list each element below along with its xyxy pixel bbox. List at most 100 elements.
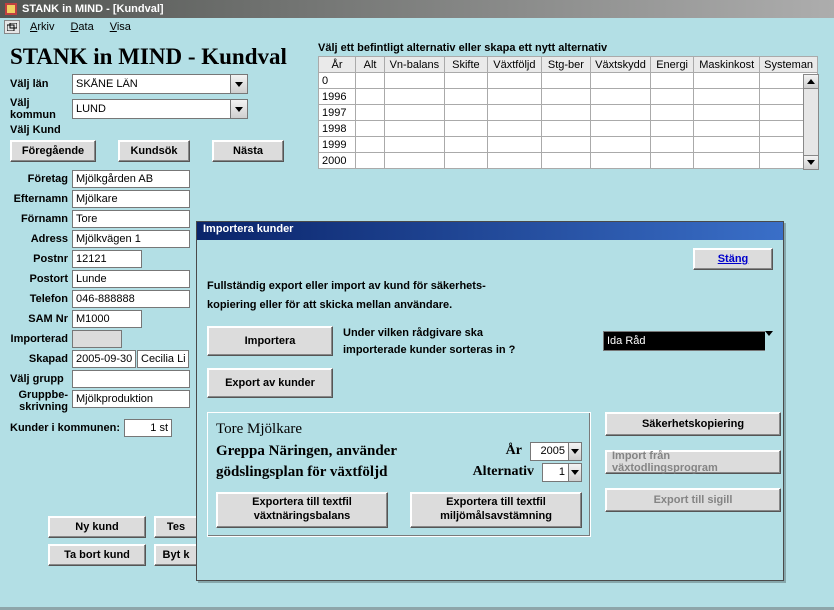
chevron-down-icon[interactable] <box>568 463 582 482</box>
valj-grupp-field[interactable] <box>72 370 190 388</box>
grid-header[interactable]: Vn-balans <box>384 57 444 73</box>
question-1: Under vilken rådgivare ska <box>343 327 483 339</box>
table-row[interactable]: 1999 <box>319 137 818 153</box>
person-name: Tore Mjölkare <box>216 421 582 438</box>
foretag-label: Företag <box>10 173 72 185</box>
question-2: importerade kunder sorteras in ? <box>343 344 515 356</box>
samnr-label: SAM Nr <box>10 313 72 325</box>
table-row[interactable]: 1998 <box>319 121 818 137</box>
grid-header[interactable]: Stg-ber <box>541 57 590 73</box>
ta-bort-kund-button[interactable]: Ta bort kund <box>48 544 146 566</box>
next-button[interactable]: Nästa <box>212 140 284 162</box>
chevron-down-icon[interactable] <box>765 331 773 351</box>
export-kunder-button[interactable]: Export av kunder <box>207 368 333 398</box>
grid-header[interactable]: Maskinkost <box>694 57 760 73</box>
export-textfile-miljo-button[interactable]: Exportera till textfil miljömålsavstämni… <box>410 492 582 528</box>
dialog-desc-2: kopiering eller för att skicka mellan an… <box>207 299 452 311</box>
grid-header[interactable]: Energi <box>650 57 693 73</box>
postnr-label: Postnr <box>10 253 72 265</box>
skapad-date-field[interactable] <box>72 350 136 368</box>
kommun-combo[interactable] <box>72 99 248 119</box>
chevron-down-icon[interactable] <box>230 99 248 119</box>
adress-field[interactable] <box>72 230 190 248</box>
table-row[interactable]: 2000 <box>319 153 818 169</box>
kunder-i-kommunen-label: Kunder i kommunen: <box>10 422 120 434</box>
skapad-by-field[interactable] <box>137 350 189 368</box>
telefon-field[interactable] <box>72 290 190 308</box>
backup-button[interactable]: Säkerhetskopiering <box>605 412 781 436</box>
byt-k-button[interactable]: Byt k <box>154 544 198 566</box>
radgivare-combo[interactable]: Ida Råd <box>603 331 773 351</box>
menubar: Arkiv Data Visa <box>0 18 834 36</box>
adress-label: Adress <box>10 233 72 245</box>
chevron-down-icon[interactable] <box>568 442 582 461</box>
test-button[interactable]: Tes <box>154 516 198 538</box>
alt-input[interactable] <box>542 463 568 482</box>
scroll-down-icon[interactable] <box>804 155 818 169</box>
postnr-field[interactable] <box>72 250 142 268</box>
gruppbe-field[interactable] <box>72 390 190 408</box>
window-title: STANK in MIND - [Kundval] <box>22 3 164 15</box>
skapad-label: Skapad <box>10 353 72 365</box>
export-textfile-balans-button[interactable]: Exportera till textfil växtnäringsbalans <box>216 492 388 528</box>
close-button[interactable]: Stäng <box>693 248 773 270</box>
postort-field[interactable] <box>72 270 190 288</box>
lan-input[interactable] <box>72 74 230 94</box>
ny-kund-button[interactable]: Ny kund <box>48 516 146 538</box>
kunder-i-kommunen-field <box>124 419 172 437</box>
kommun-label: Välj kommun <box>10 97 72 121</box>
grid-header[interactable]: Växtföljd <box>488 57 542 73</box>
grid-header[interactable]: År <box>319 57 356 73</box>
table-row[interactable]: 1997 <box>319 105 818 121</box>
ar-label: År <box>506 443 522 459</box>
telefon-label: Telefon <box>10 293 72 305</box>
greppa-1: Greppa Näringen, använder <box>216 443 397 460</box>
valj-grupp-label: Välj grupp <box>10 373 72 385</box>
efternamn-label: Efternamn <box>10 193 72 205</box>
grid-header[interactable]: Växtskydd <box>591 57 651 73</box>
greppa-2: gödslingsplan för växtföljd <box>216 464 387 481</box>
import-program-button[interactable]: Import från växtodlingsprogram <box>605 450 781 474</box>
alt-label: Alternativ <box>473 464 534 480</box>
importerad-field <box>72 330 122 348</box>
grid-header[interactable]: Skifte <box>444 57 487 73</box>
lan-combo[interactable] <box>72 74 248 94</box>
fornamn-label: Förnamn <box>10 213 72 225</box>
grid-scrollbar[interactable] <box>803 74 819 170</box>
grid-header[interactable]: Alt <box>356 57 385 73</box>
menu-arkiv[interactable]: Arkiv <box>30 21 54 33</box>
radgivare-value: Ida Råd <box>603 331 765 351</box>
app-icon <box>4 2 18 16</box>
dialog-desc-1: Fullständig export eller import av kund … <box>207 280 486 292</box>
efternamn-field[interactable] <box>72 190 190 208</box>
alt-combo[interactable] <box>542 463 582 482</box>
btn-line1: Exportera till textfil <box>252 496 352 509</box>
kund-label: Välj Kund <box>10 124 72 136</box>
kommun-input[interactable] <box>72 99 230 119</box>
fornamn-field[interactable] <box>72 210 190 228</box>
menu-data[interactable]: Data <box>70 21 93 33</box>
alternatives-grid[interactable]: ÅrAltVn-balansSkifteVäxtföljdStg-berVäxt… <box>318 56 818 169</box>
export-sigill-button[interactable]: Export till sigill <box>605 488 781 512</box>
table-row[interactable]: 0 <box>319 73 818 89</box>
dialog-title: Importera kunder <box>197 222 783 240</box>
table-row[interactable]: 1996 <box>319 89 818 105</box>
btn-line1: Exportera till textfil <box>446 496 546 509</box>
chevron-down-icon[interactable] <box>230 74 248 94</box>
kundsok-button[interactable]: Kundsök <box>118 140 190 162</box>
gruppbe-label: Gruppbe- skrivning <box>10 390 72 413</box>
foretag-field[interactable] <box>72 170 190 188</box>
btn-line2: växtnäringsbalans <box>254 510 351 523</box>
year-input[interactable] <box>530 442 568 461</box>
grid-caption: Välj ett befintligt alternativ eller ska… <box>318 42 818 54</box>
window-titlebar: STANK in MIND - [Kundval] <box>0 0 834 18</box>
samnr-field[interactable] <box>72 310 142 328</box>
year-combo[interactable] <box>530 442 582 461</box>
importerad-label: Importerad <box>10 333 72 345</box>
scroll-up-icon[interactable] <box>804 75 818 89</box>
menu-visa[interactable]: Visa <box>110 21 131 33</box>
prev-button[interactable]: Föregående <box>10 140 96 162</box>
restore-icon[interactable] <box>4 20 20 34</box>
grid-header[interactable]: Systeman <box>760 57 818 73</box>
importera-button[interactable]: Importera <box>207 326 333 356</box>
